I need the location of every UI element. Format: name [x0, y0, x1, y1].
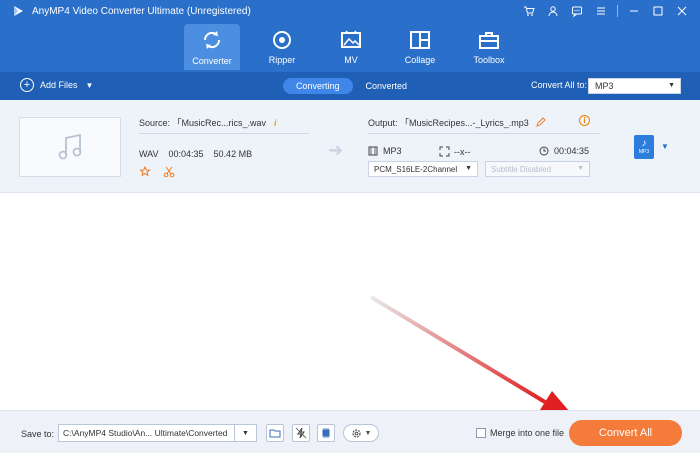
source-format: WAV [139, 149, 159, 159]
hardware-accel-off-button[interactable] [292, 424, 310, 442]
add-files-button[interactable]: + Add Files ▼ [20, 78, 93, 92]
output-format: MP3 [368, 146, 402, 156]
subtitle-select: Subtitle Disabled ▼ [485, 161, 590, 177]
source-duration: 00:04:35 [168, 149, 204, 159]
merge-checkbox[interactable] [476, 428, 486, 438]
output-resolution-text: --x-- [454, 146, 471, 157]
menu-icon[interactable] [589, 0, 613, 22]
effects-star-icon[interactable] [139, 166, 151, 178]
convert-all-to-label: Convert All to: [531, 80, 588, 90]
bottom-bar: Save to: C:\AnyMP4 Studio\An... Ultimate… [0, 410, 700, 453]
save-path-value: C:\AnyMP4 Studio\An... Ultimate\Converte… [63, 428, 228, 438]
save-path-select[interactable]: C:\AnyMP4 Studio\An... Ultimate\Converte… [58, 424, 257, 442]
audio-codec-select[interactable]: PCM_S16LE-2Channel ▼ [368, 161, 478, 177]
output-label: Output: 「MusicRecipes...-_Lyrics_.mp3 [368, 118, 529, 128]
tab-label: Toolbox [473, 54, 505, 65]
source-name: Source: 「MusicRec...rics_.wav i [139, 116, 277, 129]
open-folder-button[interactable] [266, 424, 284, 442]
app-logo-icon [14, 6, 23, 16]
cpu-chip-icon [322, 428, 330, 438]
merge-option[interactable]: Merge into one file [476, 428, 564, 438]
output-duration: 00:04:35 [539, 146, 589, 156]
output-format-select[interactable]: MP3 ▼ [588, 78, 681, 94]
output-resolution: --x-- [439, 146, 471, 157]
title-bar: AnyMP4 Video Converter Ultimate (Unregis… [0, 0, 700, 22]
minimize-icon[interactable] [622, 0, 646, 22]
tab-label: Collage [404, 54, 436, 65]
edit-tools [139, 166, 175, 178]
lightning-off-icon [295, 427, 307, 439]
info-icon[interactable]: i [274, 118, 277, 128]
audio-codec-value: PCM_S16LE-2Channel [374, 164, 458, 174]
main-nav: Converter Ripper MV Collage Toolbox [0, 22, 700, 72]
tab-toolbox[interactable]: Toolbox [461, 24, 517, 70]
divider [368, 133, 600, 134]
plus-icon: + [20, 78, 34, 92]
source-size: 50.42 MB [213, 149, 253, 159]
file-item: Source: 「MusicRec...rics_.wav i WAV 00:0… [0, 100, 700, 193]
folder-icon [269, 429, 281, 438]
chevron-down-icon: ▼ [465, 165, 472, 172]
disc-icon [273, 30, 291, 49]
settings-button[interactable]: ▼ [343, 424, 379, 442]
badge-format-text: MP3 [638, 149, 650, 155]
arrow-right-icon: ➜ [328, 140, 344, 160]
output-duration-text: 00:04:35 [554, 146, 590, 156]
conversion-tabs: Converting Converted [283, 78, 420, 94]
gpu-on-button[interactable] [317, 424, 335, 442]
resolution-icon [439, 146, 450, 157]
close-icon[interactable] [670, 0, 694, 22]
collage-grid-icon [410, 30, 430, 49]
chevron-down-icon[interactable]: ▼ [661, 142, 669, 151]
window-title: AnyMP4 Video Converter Ultimate (Unregis… [32, 5, 251, 17]
chevron-down-icon: ▼ [668, 82, 675, 89]
output-format-value: MP3 [595, 81, 614, 91]
add-files-label: Add Files [40, 80, 78, 90]
output-info-icon[interactable]: i [579, 115, 590, 126]
tab-converter[interactable]: Converter [184, 24, 240, 70]
music-note-icon: ♪ [641, 138, 647, 149]
tab-label: Ripper [268, 54, 296, 65]
clock-icon [539, 146, 549, 156]
tab-converted[interactable]: Converted [353, 78, 421, 94]
tab-label: MV [344, 54, 358, 65]
chevron-down-icon: ▼ [364, 429, 372, 437]
user-icon[interactable] [541, 0, 565, 22]
cart-icon[interactable] [517, 0, 541, 22]
source-meta: WAV 00:04:35 50.42 MB [139, 149, 252, 159]
feedback-icon[interactable] [565, 0, 589, 22]
output-format-text: MP3 [383, 146, 402, 156]
gear-icon [351, 428, 361, 438]
convert-all-button[interactable]: Convert All [569, 420, 682, 446]
title-separator [617, 5, 618, 17]
chevron-down-icon[interactable]: ▼ [86, 81, 94, 90]
edit-pencil-icon[interactable] [535, 117, 546, 128]
toolbar: + Add Files ▼ Converting Converted Conve… [0, 72, 700, 100]
tab-mv[interactable]: MV [323, 24, 379, 70]
tab-collage[interactable]: Collage [392, 24, 448, 70]
chevron-down-icon: ▼ [577, 165, 584, 172]
tab-ripper[interactable]: Ripper [254, 24, 310, 70]
chevron-down-icon[interactable]: ▼ [234, 425, 256, 441]
divider [139, 133, 309, 134]
save-to-label: Save to: [21, 429, 55, 439]
source-label: Source: 「MusicRec...rics_.wav [139, 118, 267, 128]
maximize-icon[interactable] [646, 0, 670, 22]
title-actions [517, 0, 700, 22]
music-note-icon [58, 133, 82, 160]
output-name: Output: 「MusicRecipes...-_Lyrics_.mp3 [368, 116, 546, 129]
cut-scissors-icon[interactable] [163, 166, 175, 178]
toolbox-icon [479, 31, 499, 49]
output-format-badge[interactable]: ♪ MP3 [634, 135, 654, 159]
converter-icon [203, 30, 221, 49]
mv-image-icon [341, 29, 361, 48]
merge-label: Merge into one file [490, 428, 565, 438]
tab-converting[interactable]: Converting [283, 78, 353, 94]
film-icon [368, 146, 378, 156]
tab-label: Converter [192, 55, 232, 66]
subtitle-value: Subtitle Disabled [491, 164, 552, 174]
file-thumbnail[interactable] [19, 117, 121, 177]
